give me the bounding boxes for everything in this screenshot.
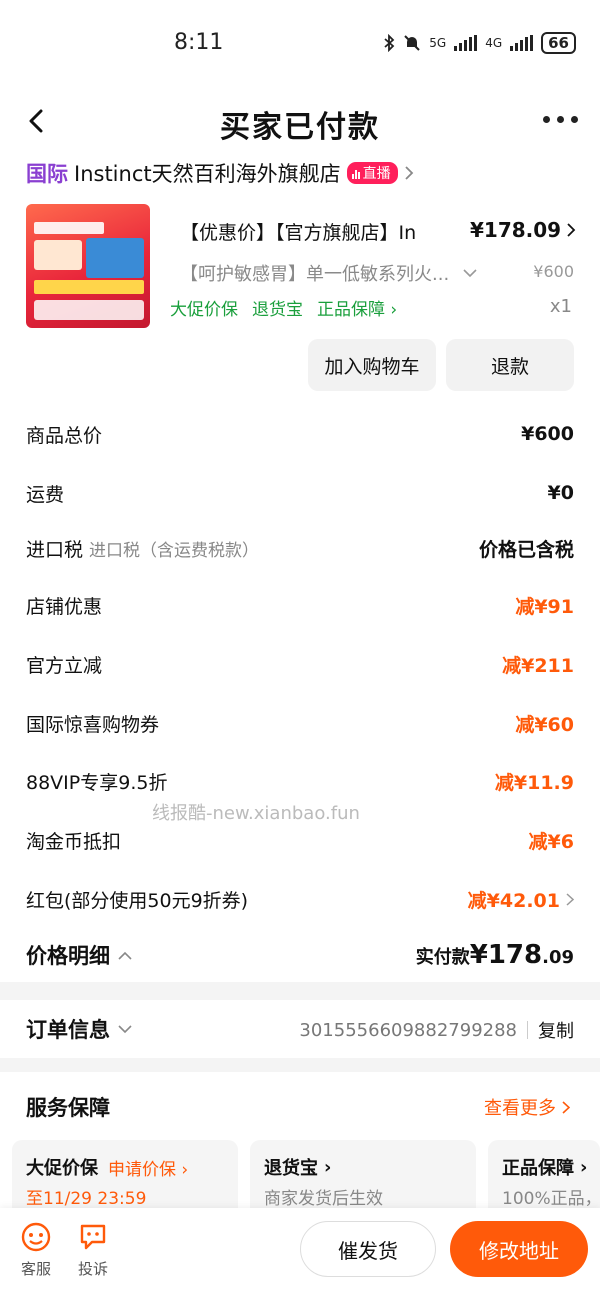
product-price: ¥178.09 bbox=[470, 218, 562, 242]
fee-row-subtotal: 商品总价 ¥600 bbox=[26, 419, 574, 449]
fee-row-shipping: 运费 ¥0 bbox=[26, 478, 574, 508]
add-to-cart-button[interactable]: 加入购物车 bbox=[308, 339, 436, 391]
complain-button[interactable]: 投诉 bbox=[78, 1222, 108, 1279]
price-detail-toggle[interactable]: 价格明细 bbox=[26, 940, 132, 970]
customer-service-button[interactable]: 客服 bbox=[20, 1222, 52, 1279]
apply-price-protect-link[interactable]: 申请价保 › bbox=[108, 1155, 188, 1180]
refund-button[interactable]: 退款 bbox=[446, 339, 574, 391]
product-price-row[interactable]: ¥178.09 bbox=[470, 218, 576, 242]
more-options-icon[interactable] bbox=[543, 116, 578, 123]
fee-value: 减¥11.9 bbox=[494, 771, 574, 794]
chevron-right-icon bbox=[567, 223, 576, 237]
fee-row-coins: 淘金币抵扣 减¥6 bbox=[26, 825, 574, 855]
status-bar: 8:11 5G 4G 66 bbox=[0, 0, 600, 90]
store-name[interactable]: Instinct天然百利海外旗舰店 bbox=[74, 158, 341, 188]
fee-value: ¥0 bbox=[547, 482, 574, 504]
network-4g-label: 4G bbox=[485, 36, 503, 50]
product-thumbnail[interactable] bbox=[26, 204, 150, 328]
battery-indicator: 66 bbox=[541, 32, 576, 54]
fee-label: 官方立减 bbox=[26, 654, 103, 677]
service-more-link[interactable]: 查看更多 bbox=[484, 1094, 570, 1120]
fee-value-red-packet[interactable]: 减¥42.01 bbox=[468, 886, 574, 913]
watermark-text: 线报酷-new.xianbao.fun bbox=[152, 803, 360, 824]
sku-label: 【呵护敏感胃】单一低敏系列火... bbox=[180, 264, 450, 285]
network-5g-label: 5G bbox=[429, 36, 447, 50]
fee-note: 进口税（含运费税款） bbox=[89, 540, 260, 561]
complaint-icon bbox=[80, 1224, 106, 1250]
store-international-tag: 国际 bbox=[26, 162, 68, 186]
order-card: 国际 Instinct天然百利海外旗舰店 直播 【优惠价】【官方旗舰店】In ¥… bbox=[0, 152, 600, 982]
chevron-right-icon bbox=[404, 166, 413, 180]
mute-bell-icon bbox=[404, 35, 420, 51]
fee-label: 淘金币抵扣 bbox=[26, 830, 122, 853]
bluetooth-icon bbox=[384, 34, 395, 52]
fee-row-store-discount: 店铺优惠 减¥91 bbox=[26, 590, 574, 620]
quantity: x1 bbox=[549, 296, 572, 317]
guarantee-authentic: 正品保障 › bbox=[317, 300, 398, 320]
chevron-right-icon bbox=[562, 1100, 570, 1114]
service-item-name: 正品保障 bbox=[502, 1158, 574, 1179]
guarantee-price-protect: 大促价保 bbox=[170, 300, 238, 320]
customer-service-icon bbox=[21, 1222, 51, 1252]
product-sku[interactable]: 【呵护敏感胃】单一低敏系列火... bbox=[180, 260, 480, 286]
service-item-name: 大促价保 bbox=[26, 1158, 98, 1179]
header: 买家已付款 bbox=[0, 90, 600, 152]
fee-row-import-tax: 进口税 进口税（含运费税款） 价格已含税 bbox=[26, 533, 574, 563]
divider bbox=[527, 1021, 528, 1039]
fee-label: 进口税 bbox=[26, 538, 84, 561]
fee-value: 减¥91 bbox=[515, 595, 574, 618]
live-label: 直播 bbox=[362, 166, 391, 182]
signal-4g-icon bbox=[510, 35, 534, 51]
page-title: 买家已付款 bbox=[220, 110, 380, 145]
fee-value: 减¥60 bbox=[515, 713, 574, 736]
service-item-sub: 至11/29 23:59 bbox=[26, 1189, 147, 1209]
paid-amount: 实付款 ¥178 .09 bbox=[415, 940, 574, 970]
fee-row-88vip: 88VIP专享9.5折 减¥11.9 bbox=[26, 766, 574, 796]
order-info-toggle[interactable]: 订单信息 bbox=[26, 1014, 132, 1044]
fee-label: 店铺优惠 bbox=[26, 595, 103, 618]
fee-value: 减¥6 bbox=[528, 830, 574, 853]
chevron-down-icon bbox=[118, 1024, 132, 1033]
fee-label: 商品总价 bbox=[26, 424, 103, 447]
fee-label: 国际惊喜购物券 bbox=[26, 713, 160, 736]
bottom-action-bar: 客服 投诉 催发货 修改地址 bbox=[0, 1208, 600, 1300]
fee-label: 红包(部分使用50元9折券) bbox=[26, 889, 249, 912]
modify-address-button[interactable]: 修改地址 bbox=[450, 1221, 588, 1277]
status-icons: 5G 4G 66 bbox=[383, 32, 576, 54]
complain-label: 投诉 bbox=[78, 1260, 109, 1278]
copy-button[interactable]: 复制 bbox=[538, 1017, 574, 1043]
fee-label: 88VIP专享9.5折 bbox=[26, 771, 168, 794]
service-item-name: 退货宝 bbox=[264, 1158, 318, 1179]
price-detail-row[interactable]: 价格明细 实付款 ¥178 .09 bbox=[26, 940, 574, 970]
original-price: ¥600 bbox=[533, 262, 574, 281]
chevron-down-icon bbox=[463, 268, 477, 277]
fee-label: 运费 bbox=[26, 483, 65, 506]
service-item-sub: 100%正品， bbox=[502, 1189, 600, 1209]
service-title: 服务保障 bbox=[26, 1096, 110, 1120]
chevron-up-icon bbox=[118, 951, 132, 960]
status-time: 8:11 bbox=[174, 30, 224, 55]
live-badge[interactable]: 直播 bbox=[346, 162, 398, 184]
fee-value: 价格已含税 bbox=[478, 538, 574, 561]
guarantee-return-insurance: 退货宝 bbox=[252, 300, 303, 320]
order-info-card: 订单信息 3015556609882799288 复制 bbox=[0, 1000, 600, 1058]
chevron-right-icon bbox=[566, 892, 574, 906]
guarantee-tags[interactable]: 大促价保 退货宝 正品保障 › bbox=[170, 295, 397, 320]
customer-service-label: 客服 bbox=[20, 1260, 51, 1278]
fee-value: 减¥211 bbox=[502, 654, 574, 677]
service-item-sub: 商家发货后生效 bbox=[264, 1189, 383, 1209]
order-number-row: 3015556609882799288 复制 bbox=[299, 1017, 574, 1043]
fee-row-coupon: 国际惊喜购物券 减¥60 bbox=[26, 708, 574, 738]
fee-value: ¥600 bbox=[521, 423, 574, 445]
fee-row-red-packet[interactable]: 红包(部分使用50元9折券) 减¥42.01 bbox=[26, 884, 574, 914]
signal-5g-icon bbox=[454, 35, 478, 51]
order-number: 3015556609882799288 bbox=[299, 1019, 517, 1041]
urge-shipping-button[interactable]: 催发货 bbox=[300, 1221, 436, 1277]
fee-row-official-discount: 官方立减 减¥211 bbox=[26, 649, 574, 679]
live-bars-icon bbox=[351, 168, 360, 179]
product-title[interactable]: 【优惠价】【官方旗舰店】In bbox=[180, 218, 458, 245]
store-row[interactable]: 国际 Instinct天然百利海外旗舰店 直播 bbox=[26, 158, 414, 188]
